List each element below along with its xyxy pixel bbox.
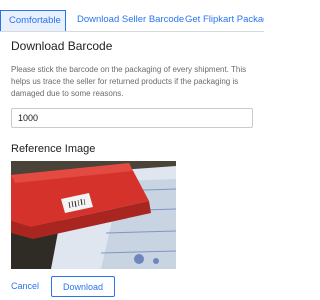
download-button[interactable]: Download — [51, 276, 115, 297]
tab-comfortable[interactable]: Comfortable — [0, 10, 66, 31]
cancel-button[interactable]: Cancel — [11, 281, 39, 291]
dialog-description: Please stick the barcode on the packagin… — [11, 65, 247, 98]
tab-bar: Comfortable Download Seller Barcode Get … — [0, 10, 264, 32]
dialog-title: Download Barcode — [11, 39, 113, 53]
reference-image-title: Reference Image — [11, 143, 96, 155]
tab-download-seller-barcode[interactable]: Download Seller Barcode — [77, 10, 184, 30]
barcode-quantity-input[interactable] — [11, 108, 253, 128]
tab-get-flipkart-package[interactable]: Get Flipkart Package — [185, 10, 264, 30]
reference-image — [11, 161, 176, 269]
